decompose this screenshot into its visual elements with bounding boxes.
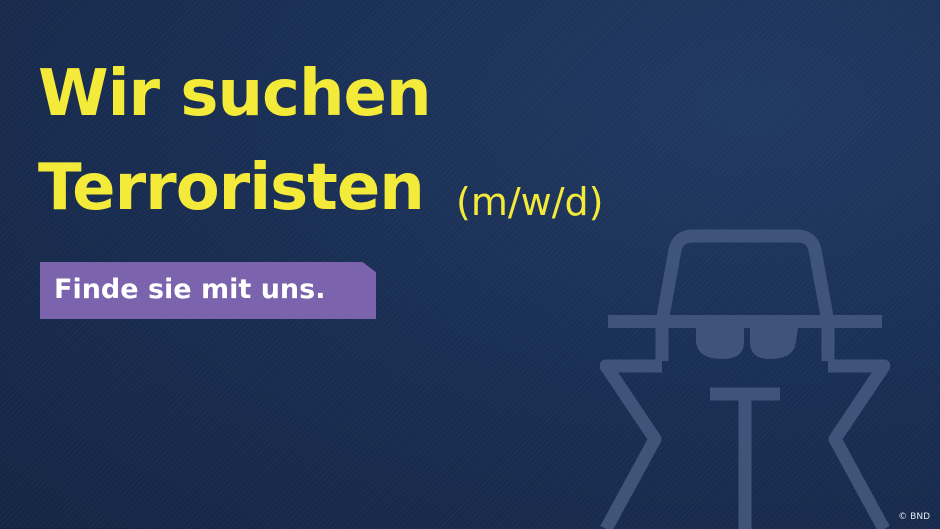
spy-silhouette-icon bbox=[600, 229, 890, 529]
gender-tag: (m/w/d) bbox=[456, 180, 604, 224]
sunglass-right bbox=[750, 328, 798, 359]
tagline-text: Finde sie mit uns. bbox=[54, 274, 326, 305]
sunglass-left bbox=[696, 328, 744, 359]
headline-line-2: Terroristen bbox=[38, 151, 425, 225]
copyright-notice: © BND bbox=[898, 512, 930, 522]
hat-brim bbox=[608, 315, 882, 328]
headline-line-1: Wir suchen bbox=[38, 57, 431, 131]
bnd-recruitment-poster: Wir suchen Terroristen (m/w/d) Finde sie… bbox=[0, 0, 940, 529]
tagline-banner: Finde sie mit uns. bbox=[40, 262, 376, 319]
